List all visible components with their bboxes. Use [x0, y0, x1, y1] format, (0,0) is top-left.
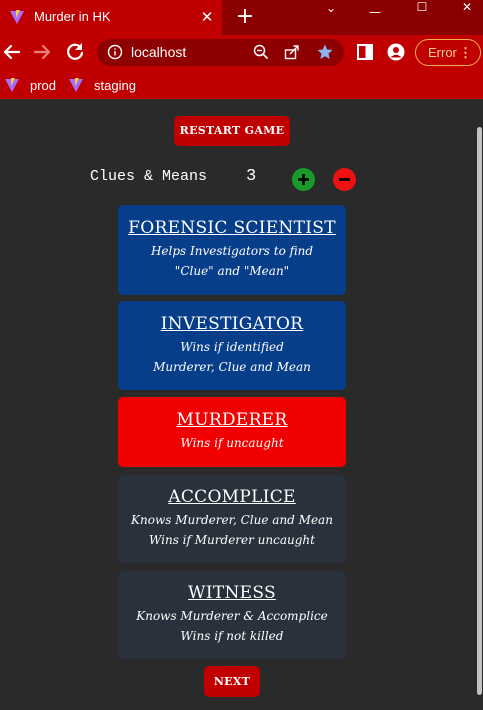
role-description-line: Knows Murderer, Clue and Mean [131, 513, 333, 527]
new-tab-button[interactable]: + [233, 6, 257, 30]
back-arrow-icon[interactable] [0, 40, 24, 64]
bookmark-label: staging [94, 77, 136, 93]
decrease-clues-button[interactable] [333, 168, 356, 191]
tab-title: Murder in HK [34, 9, 111, 24]
reload-icon[interactable] [63, 40, 87, 64]
clues-means-count: 3 [246, 167, 257, 186]
site-info-icon[interactable] [107, 44, 123, 60]
address-bar[interactable]: localhost [97, 39, 344, 66]
vite-logo-icon [10, 10, 24, 24]
role-description-line: "Clue" and "Mean" [174, 264, 290, 278]
side-panel-icon[interactable] [356, 43, 374, 61]
url-text[interactable]: localhost [131, 44, 186, 60]
vite-logo-icon [69, 78, 83, 92]
share-icon[interactable] [283, 43, 301, 61]
bookmark-star-icon[interactable] [316, 43, 334, 61]
profile-avatar-icon[interactable] [387, 43, 405, 61]
role-card-investigator[interactable]: INVESTIGATOR Wins if identified Murderer… [118, 301, 346, 390]
plus-icon [298, 174, 309, 185]
role-description-line: Wins if not killed [180, 629, 284, 643]
minimize-button[interactable]: — [352, 6, 398, 20]
tab-strip: Murder in HK ✕ + ⌄ — ☐ ✕ [0, 0, 483, 35]
restart-game-button[interactable]: RESTART GAME [174, 116, 290, 146]
role-card-accomplice[interactable]: ACCOMPLICE Knows Murderer, Clue and Mean… [118, 475, 346, 563]
tab-murder-in-hk[interactable]: Murder in HK ✕ [0, 0, 222, 35]
role-title: INVESTIGATOR [160, 314, 304, 334]
bookmark-label: prod [30, 77, 57, 93]
role-card-forensic-scientist[interactable]: FORENSIC SCIENTIST Helps Investigators t… [118, 205, 346, 295]
close-window-button[interactable]: ✕ [444, 1, 483, 15]
increase-clues-button[interactable] [292, 168, 315, 191]
role-card-witness[interactable]: WITNESS Knows Murderer & Accomplice Wins… [118, 571, 346, 659]
role-description-line: Wins if uncaught [180, 436, 284, 450]
role-description-line: Knows Murderer & Accomplice [136, 609, 328, 623]
role-description-line: Murderer, Clue and Mean [153, 360, 311, 374]
maximize-button[interactable]: ☐ [399, 1, 445, 15]
role-title: FORENSIC SCIENTIST [128, 218, 336, 238]
bookmark-prod[interactable]: prod [4, 75, 56, 95]
tab-close-icon[interactable]: ✕ [197, 7, 217, 27]
tab-search-dropdown-icon[interactable]: ⌄ [308, 2, 354, 16]
role-description-line: Wins if identified [180, 340, 284, 354]
minus-icon [339, 178, 350, 181]
error-label: Error [428, 45, 457, 60]
scrollbar-thumb[interactable] [477, 127, 482, 695]
zoom-out-icon[interactable] [252, 43, 270, 61]
chrome-menu-icon[interactable]: ⋮ [459, 40, 472, 65]
bookmark-staging[interactable]: staging [68, 75, 136, 95]
role-title: ACCOMPLICE [168, 487, 296, 507]
error-chip-button[interactable]: Error ⋮ [415, 39, 481, 66]
clues-means-label: Clues & Means [90, 168, 208, 185]
role-title: WITNESS [188, 583, 276, 603]
browser-toolbar: localhost Error ⋮ [0, 35, 483, 70]
next-button[interactable]: NEXT [204, 666, 260, 697]
bookmarks-bar: prod staging [0, 70, 483, 99]
role-title: MURDERER [176, 410, 288, 430]
role-description-line: Helps Investigators to find [150, 244, 314, 258]
vite-logo-icon [5, 78, 19, 92]
role-card-murderer[interactable]: MURDERER Wins if uncaught [118, 397, 346, 467]
role-description-line: Wins if Murderer uncaught [149, 533, 315, 547]
forward-arrow-icon[interactable] [30, 40, 54, 64]
